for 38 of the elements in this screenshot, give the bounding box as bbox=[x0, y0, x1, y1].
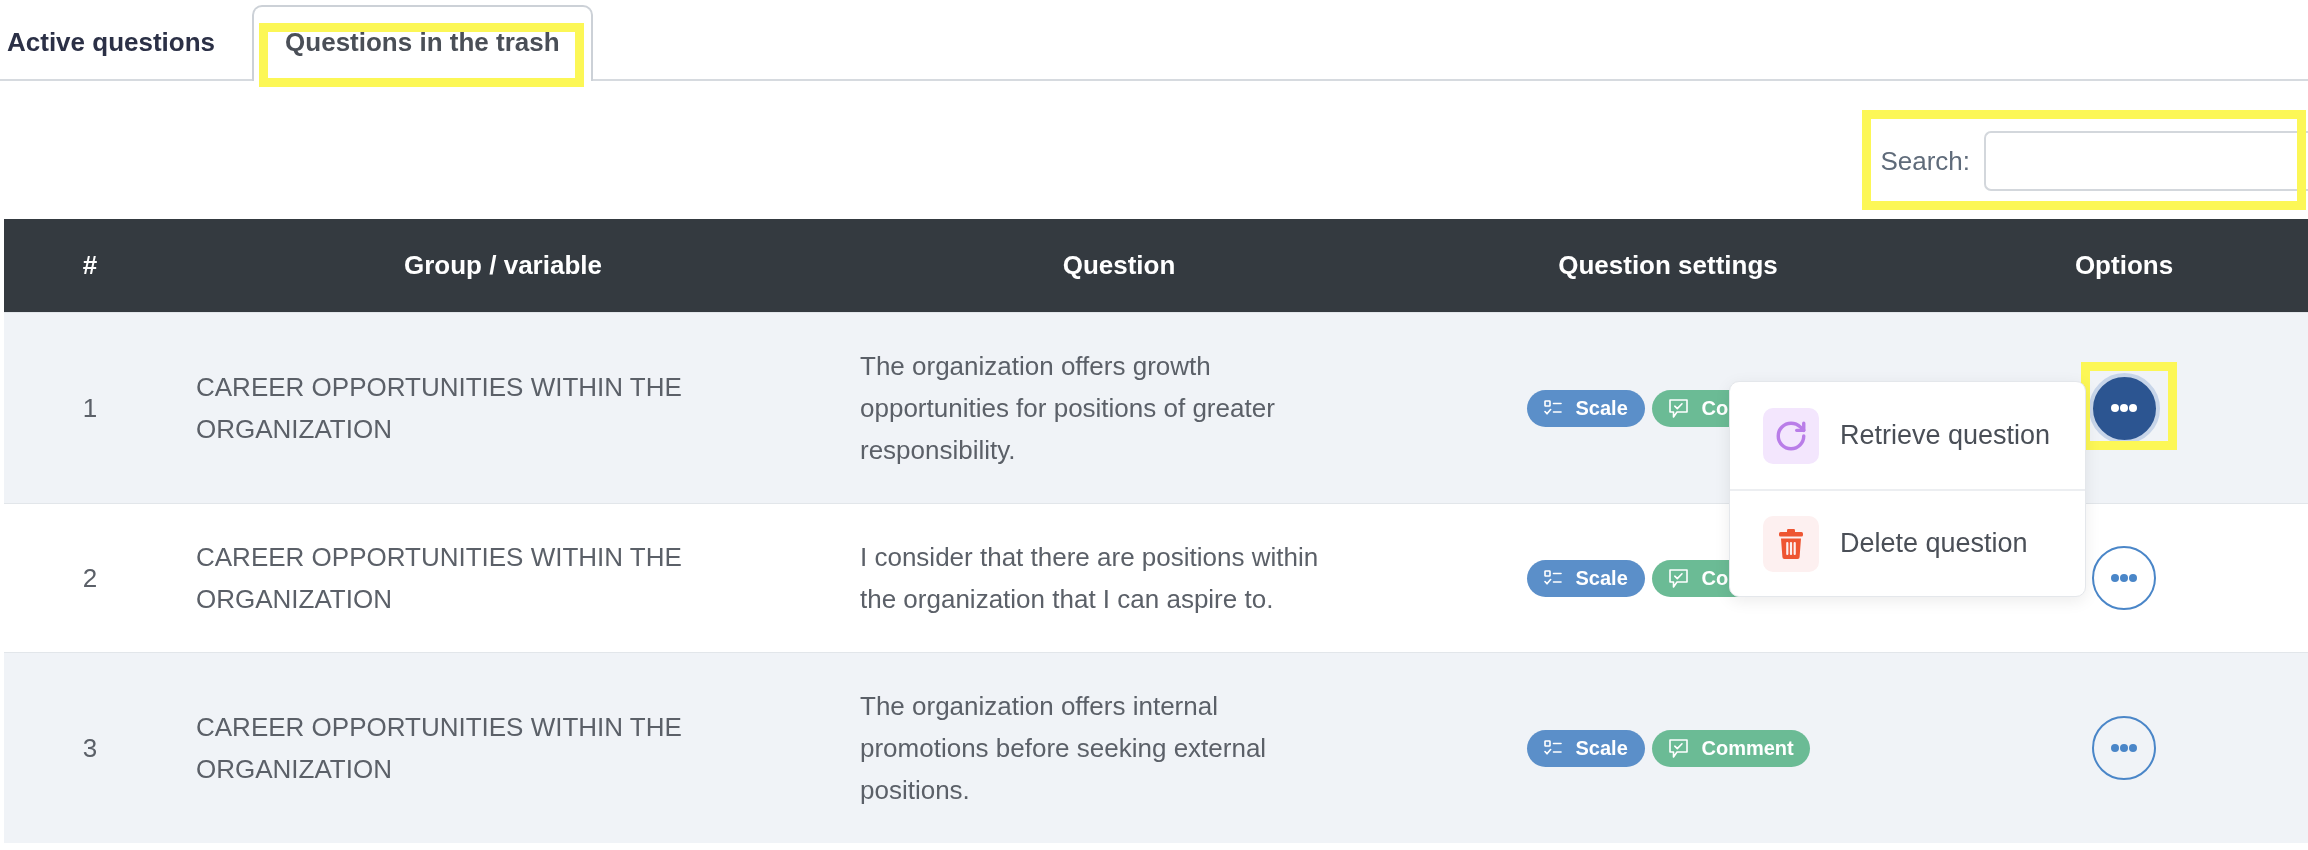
comment-check-icon bbox=[1668, 398, 1688, 418]
refresh-icon bbox=[1763, 407, 1819, 464]
menu-item[interactable]: Retrieve question bbox=[1730, 382, 2085, 489]
group-name: CAREER OPPORTUNITIES WITHIN THE ORGANIZATION bbox=[196, 541, 683, 616]
column-header: Question bbox=[1062, 249, 1176, 282]
checklist-icon bbox=[1543, 400, 1562, 416]
comment-check-icon bbox=[1668, 568, 1688, 588]
column-header: Group / variable bbox=[404, 249, 602, 282]
tag-label: Scale bbox=[1575, 566, 1628, 591]
group-name: CAREER OPPORTUNITIES WITHIN THE ORGANIZATION bbox=[196, 371, 683, 446]
menu-item[interactable]: Delete question bbox=[1730, 489, 2085, 596]
search-label: Search: bbox=[1880, 144, 1970, 178]
ellipsis-icon bbox=[2111, 574, 2137, 582]
comment-check-icon bbox=[1668, 738, 1688, 758]
question-text: The organization offers growth opportunities for positions of greater responsibility. bbox=[860, 350, 1276, 467]
options-button[interactable] bbox=[2092, 716, 2156, 780]
column-header: Question settings bbox=[1558, 249, 1778, 282]
tag-label: Co bbox=[1701, 396, 1729, 421]
question-text: The organization offers internal promotions before seeking external positions. bbox=[860, 690, 1268, 807]
row-number: 1 bbox=[82, 392, 98, 425]
column-header: # bbox=[82, 249, 98, 282]
row-number: 2 bbox=[82, 562, 98, 595]
checklist-icon bbox=[1543, 740, 1562, 756]
tag-label: Scale bbox=[1575, 396, 1628, 421]
ellipsis-icon bbox=[2111, 744, 2137, 752]
search-field[interactable] bbox=[1984, 131, 2308, 191]
question-text: I consider that there are positions within the organization that I can aspire to. bbox=[860, 541, 1320, 616]
tag-label: Scale bbox=[1575, 736, 1628, 761]
group-name: CAREER OPPORTUNITIES WITHIN THE ORGANIZATION bbox=[196, 711, 683, 786]
tab[interactable]: Active questions bbox=[0, 5, 253, 81]
column-header: Options bbox=[2074, 249, 2174, 282]
ellipsis-icon bbox=[2111, 404, 2137, 412]
row-number: 3 bbox=[82, 732, 98, 765]
checklist-icon bbox=[1543, 570, 1562, 586]
trash-icon bbox=[1763, 515, 1819, 572]
options-button[interactable] bbox=[2092, 546, 2156, 610]
tag-label: Co bbox=[1701, 566, 1729, 591]
tag-label: Comment bbox=[1701, 736, 1794, 761]
